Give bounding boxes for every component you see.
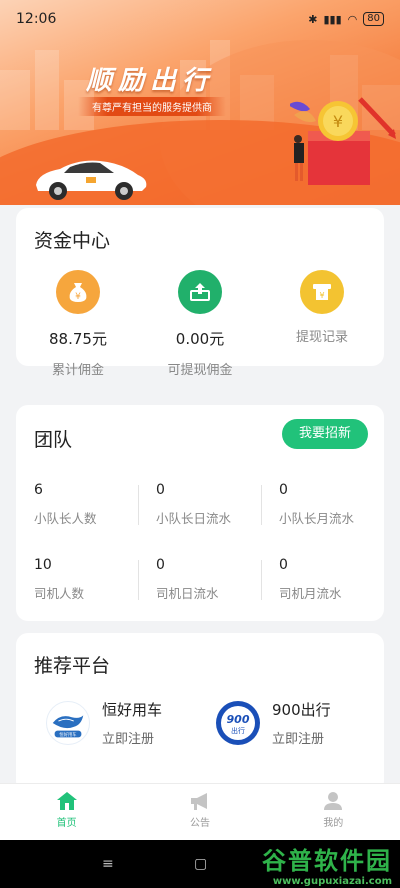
stat-value: 0 [279, 482, 288, 498]
stat-value: 0 [279, 557, 288, 573]
nav-label: 首页 [56, 818, 77, 829]
signal-icon: ▮▮▮ [323, 12, 342, 26]
stat-label: 小队长月流水 [279, 511, 355, 526]
stat-label: 司机月流水 [279, 586, 342, 601]
recommended-platforms-card: 推荐平台 恒好用车 恒好用车 立即注册 900 出行 900出行 立即注册 [16, 633, 384, 793]
recommended-title: 推荐平台 [34, 655, 111, 677]
battery-icon: 80 [363, 12, 384, 26]
register-link[interactable]: 立即注册 [272, 728, 331, 747]
stat-driver-monthly: 0 司机月流水 [261, 557, 383, 602]
register-link[interactable]: 立即注册 [102, 728, 162, 747]
stat-captain-count: 6 小队长人数 [16, 482, 138, 527]
fund-center-card: 资金中心 ¥ 88.75元 累计佣金 0.00元 可提现佣金 ¥ 提现记录 [16, 208, 384, 378]
team-title: 团队 [34, 429, 73, 451]
home-icon [56, 792, 77, 810]
clock: 12:06 [16, 11, 57, 27]
banner-subtitle: 有尊严有担当的服务提供商 [78, 97, 226, 116]
stat-label: 小队长日流水 [156, 511, 232, 526]
nav-profile[interactable]: 我的 [267, 784, 400, 840]
logo-900-number: 900 [227, 713, 250, 726]
withdrawable-label: 可提现佣金 [167, 363, 233, 378]
stat-label: 司机人数 [34, 586, 85, 601]
henghao-logo-text: 恒好用车 [59, 731, 77, 738]
gift-coin-illustration: ¥ [290, 97, 396, 185]
withdraw-icon [178, 270, 222, 314]
platform-name: 900出行 [272, 701, 331, 719]
withdraw-record-label: 提现记录 [295, 330, 348, 345]
stat-value: 10 [34, 557, 52, 573]
svg-text:¥: ¥ [319, 291, 324, 300]
watermark-text: 谷普软件园 [262, 847, 392, 875]
total-commission-value: 88.75元 [49, 330, 107, 348]
stat-label: 司机日流水 [156, 586, 219, 601]
svg-text:¥: ¥ [333, 112, 343, 131]
status-bar: 12:06 ✱ ▮▮▮ ◠ 80 [0, 0, 400, 38]
total-commission-label: 累计佣金 [51, 363, 104, 378]
nav-home[interactable]: 首页 [0, 784, 133, 840]
banner-title: 顺励出行 [86, 66, 215, 96]
platform-name: 恒好用车 [102, 701, 163, 719]
stat-driver-count: 10 司机人数 [16, 557, 138, 602]
stat-value: 0 [156, 482, 165, 498]
bottom-nav: 首页 公告 我的 [0, 783, 400, 840]
henghao-logo: 恒好用车 [46, 701, 90, 745]
car-illustration [36, 160, 147, 200]
stat-value: 6 [34, 482, 43, 498]
nav-label: 我的 [323, 818, 344, 829]
megaphone-icon [190, 793, 207, 810]
user-icon [324, 792, 343, 810]
withdrawable-value: 0.00元 [175, 330, 225, 348]
total-commission[interactable]: ¥ 88.75元 累计佣金 [18, 270, 138, 378]
stat-value: 0 [156, 557, 165, 573]
logo-900-sub: 出行 [231, 726, 245, 735]
home-square-icon[interactable]: ▢ [194, 856, 207, 872]
watermark: 谷普软件园 www.gupuxiazai.com [262, 840, 392, 888]
record-icon: ¥ [300, 270, 344, 314]
platform-henghao[interactable]: 恒好用车 恒好用车 立即注册 [46, 699, 162, 747]
money-bag-icon: ¥ [56, 270, 100, 314]
nav-announcement[interactable]: 公告 [133, 784, 266, 840]
logo-900: 900 出行 [216, 701, 260, 745]
team-card: 团队 我要招新 6 小队长人数 0 小队长日流水 0 小队长月流水 10 司机人… [16, 405, 384, 621]
stat-driver-daily: 0 司机日流水 [138, 557, 260, 602]
withdrawable-commission[interactable]: 0.00元 可提现佣金 [140, 270, 260, 378]
recruit-button[interactable]: 我要招新 [282, 419, 368, 449]
fund-center-title: 资金中心 [34, 230, 111, 252]
stat-label: 小队长人数 [34, 511, 97, 526]
status-icons: ✱ ▮▮▮ ◠ 80 [308, 12, 384, 26]
system-nav-bar: ≡ ▢ 谷普软件园 www.gupuxiazai.com [0, 840, 400, 888]
menu-icon[interactable]: ≡ [102, 856, 114, 872]
stat-captain-monthly: 0 小队长月流水 [261, 482, 383, 527]
svg-text:¥: ¥ [75, 292, 81, 302]
nav-label: 公告 [189, 818, 210, 829]
withdraw-record[interactable]: ¥ 提现记录 [262, 270, 382, 345]
stat-captain-daily: 0 小队长日流水 [138, 482, 260, 527]
platform-900[interactable]: 900 出行 900出行 立即注册 [216, 699, 331, 747]
bluetooth-icon: ✱ [308, 12, 318, 26]
wifi-icon: ◠ [347, 12, 358, 26]
watermark-url: www.gupuxiazai.com [272, 876, 392, 887]
